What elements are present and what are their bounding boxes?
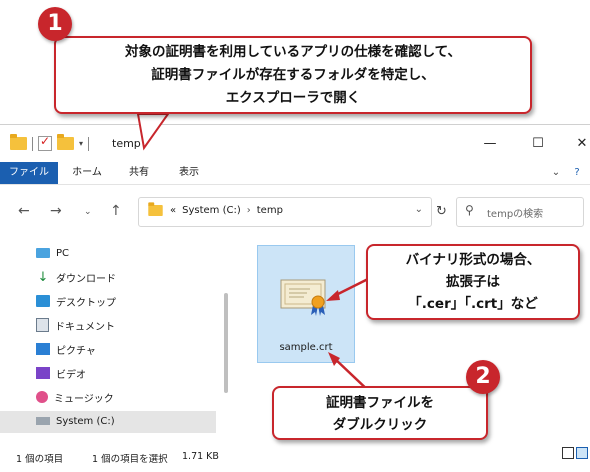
- up-arrow-icon[interactable]: ↑: [110, 203, 122, 219]
- certificate-icon: [280, 279, 326, 316]
- extension-callout: バイナリ形式の場合、 拡張子は 「.cer」「.crt」など: [366, 244, 580, 320]
- sidebar-item-label: ドキュメント: [55, 321, 115, 333]
- sidebar-item-downloads[interactable]: ↓ ダウンロード: [36, 267, 116, 287]
- sidebar-item-label: PC: [56, 247, 70, 259]
- ext-line3: 「.cer」「.crt」など: [408, 296, 538, 312]
- back-arrow-icon[interactable]: ←: [18, 203, 30, 219]
- properties-icon[interactable]: [38, 134, 52, 151]
- sidebar-item-videos[interactable]: ビデオ: [36, 363, 86, 383]
- breadcrumb-overflow[interactable]: «: [170, 205, 176, 216]
- ribbon-collapse-icon[interactable]: ⌄: [548, 162, 564, 184]
- folder-icon: [10, 134, 27, 150]
- sidebar-item-documents[interactable]: ドキュメント: [36, 315, 115, 335]
- quick-access-dropdown-icon[interactable]: ▾: [79, 139, 83, 148]
- close-button[interactable]: ✕: [562, 131, 590, 157]
- ribbon-tabs: ファイル ホーム 共有 表示 ⌄ ?: [0, 162, 590, 185]
- recent-locations-icon[interactable]: ⌄: [84, 207, 92, 217]
- breadcrumb-temp[interactable]: temp: [257, 205, 283, 216]
- step1-badge: 1: [38, 7, 72, 41]
- sidebar-item-label: ミュージック: [54, 393, 114, 405]
- search-placeholder: tempの検索: [487, 209, 544, 220]
- ext-line1: バイナリ形式の場合、: [405, 252, 541, 268]
- sidebar-item-system-c[interactable]: System (C:): [36, 411, 115, 431]
- music-icon: [36, 391, 48, 403]
- window-title: temp: [112, 137, 141, 150]
- sidebar-item-pc[interactable]: PC: [36, 243, 69, 263]
- chevron-down-icon[interactable]: ⌄: [415, 204, 423, 215]
- refresh-icon[interactable]: ↻: [436, 204, 447, 219]
- documents-icon: [36, 318, 49, 332]
- selection-size: 1.71 KB: [182, 451, 219, 462]
- navigation-pane: PC ↓ ダウンロード デスクトップ ドキュメント ピクチャ ビデオ ミュージッ…: [0, 243, 222, 439]
- folder-icon: [148, 202, 163, 217]
- title-bar: ▾ temp — ☐ ✕: [0, 125, 590, 163]
- divider: [32, 136, 33, 151]
- tab-view[interactable]: 表示: [168, 162, 210, 184]
- sidebar-scrollbar[interactable]: [224, 293, 228, 393]
- file-item-sample-crt[interactable]: sample.crt: [257, 245, 355, 363]
- address-bar[interactable]: « System (C:) › temp ⌄: [138, 197, 432, 227]
- help-icon[interactable]: ?: [570, 162, 584, 184]
- step2-callout: 証明書ファイルを ダブルクリック: [272, 386, 488, 440]
- tab-file[interactable]: ファイル: [0, 162, 58, 184]
- minimize-button[interactable]: —: [470, 131, 510, 157]
- breadcrumb-system-c[interactable]: System (C:): [182, 205, 241, 216]
- ext-line2: 拡張子は: [446, 274, 500, 290]
- sidebar-item-label: デスクトップ: [56, 297, 116, 309]
- pictures-icon: [36, 343, 50, 355]
- forward-arrow-icon[interactable]: →: [50, 203, 62, 219]
- item-count: 1 個の項目: [16, 454, 64, 465]
- maximize-button[interactable]: ☐: [518, 131, 558, 157]
- pc-icon: [36, 248, 50, 258]
- drive-icon: [36, 417, 50, 425]
- tab-home[interactable]: ホーム: [62, 162, 112, 184]
- search-input[interactable]: ⚲ tempの検索: [456, 197, 584, 227]
- step1-line1: 対象の証明書を利用しているアプリの仕様を確認して、: [124, 44, 461, 60]
- step2-line1: 証明書ファイルを: [326, 395, 434, 411]
- sidebar-item-label: ビデオ: [56, 369, 86, 381]
- selection-count: 1 個の項目を選択: [92, 454, 168, 465]
- tab-share[interactable]: 共有: [118, 162, 160, 184]
- search-icon: ⚲: [465, 203, 474, 217]
- sidebar-item-desktop[interactable]: デスクトップ: [36, 291, 116, 311]
- step1-line2: 証明書ファイルが存在するフォルダを特定し、: [151, 67, 435, 83]
- step1-line3: エクスプローラで開く: [225, 90, 361, 106]
- file-name: sample.crt: [279, 342, 333, 353]
- step2-line2: ダブルクリック: [332, 417, 428, 433]
- step2-badge: 2: [466, 360, 500, 394]
- divider: [88, 136, 90, 151]
- new-folder-icon[interactable]: [57, 134, 74, 150]
- download-icon: ↓: [37, 269, 49, 285]
- step1-callout: 対象の証明書を利用しているアプリの仕様を確認して、 証明書ファイルが存在するフォ…: [54, 36, 532, 114]
- sidebar-item-pictures[interactable]: ピクチャ: [36, 339, 96, 359]
- sidebar-item-label: System (C:): [56, 415, 115, 427]
- sidebar-item-label: ダウンロード: [56, 273, 116, 285]
- large-icons-view-icon[interactable]: [576, 447, 588, 459]
- sidebar-item-label: ピクチャ: [56, 345, 96, 357]
- videos-icon: [36, 367, 50, 379]
- sidebar-item-music[interactable]: ミュージック: [36, 387, 114, 407]
- address-row: ← → ⌄ ↑ « System (C:) › temp ⌄ ↻ ⚲ tempの…: [0, 189, 590, 235]
- chevron-right-icon[interactable]: ›: [247, 205, 251, 216]
- desktop-icon: [36, 295, 50, 307]
- details-view-icon[interactable]: [562, 447, 574, 459]
- status-bar: 1 個の項目 1 個の項目を選択 1.71 KB: [0, 447, 590, 469]
